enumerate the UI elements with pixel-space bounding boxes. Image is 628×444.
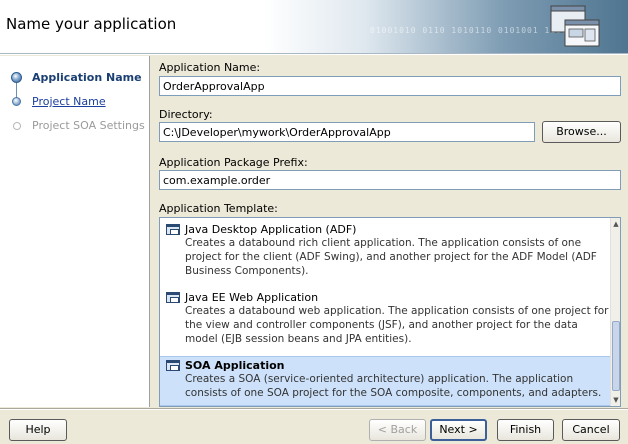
- cancel-button[interactable]: Cancel: [562, 419, 620, 441]
- template-title: SOA Application: [185, 359, 285, 372]
- wizard-header: Name your application 01001010 0110 1010…: [0, 0, 628, 53]
- application-name-label: Application Name:: [159, 61, 261, 74]
- list-item[interactable]: Java EE Web Application Creates a databo…: [160, 289, 612, 353]
- package-prefix-label: Application Package Prefix:: [159, 156, 308, 169]
- application-windows-icon: [550, 5, 600, 47]
- scroll-up-icon[interactable]: ▲: [612, 220, 620, 228]
- step-label: Application Name: [32, 71, 142, 84]
- wizard-form-panel: Application Name: Directory: Browse... A…: [151, 56, 628, 407]
- template-description: Creates a databound rich client applicat…: [185, 237, 597, 277]
- wizard-steps-panel: Application Name Project Name Project SO…: [0, 56, 150, 407]
- template-title: Java Desktop Application (ADF): [185, 223, 357, 236]
- help-button[interactable]: Help: [9, 419, 67, 441]
- template-description: Creates a databound web application. The…: [185, 305, 609, 345]
- application-name-input[interactable]: [159, 76, 621, 96]
- application-template-icon: [166, 224, 180, 235]
- header-divider: [0, 53, 628, 55]
- step-project-name[interactable]: Project Name: [0, 91, 150, 113]
- directory-label: Directory:: [159, 108, 213, 121]
- browse-button[interactable]: Browse...: [542, 121, 621, 143]
- application-template-label: Application Template:: [159, 202, 278, 215]
- step-project-soa-settings: Project SOA Settings: [0, 115, 150, 137]
- scrollbar-thumb[interactable]: [612, 321, 620, 391]
- application-template-list[interactable]: Java Desktop Application (ADF) Creates a…: [159, 217, 621, 407]
- page-title: Name your application: [6, 15, 177, 33]
- scroll-down-icon[interactable]: ▼: [612, 396, 620, 404]
- header-binary-pattern: 01001010 0110 1010110 0101001 1100: [370, 26, 568, 35]
- step-label: Project Name: [32, 95, 106, 108]
- back-button: < Back: [369, 419, 426, 441]
- step-icon: [12, 97, 21, 106]
- package-prefix-input[interactable]: [159, 170, 621, 190]
- step-active-icon: [11, 72, 22, 83]
- list-item-selected[interactable]: SOA Application Creates a SOA (service-o…: [160, 356, 612, 406]
- footer-divider: [0, 408, 628, 410]
- template-title: Java EE Web Application: [185, 291, 319, 304]
- finish-button[interactable]: Finish: [497, 419, 554, 441]
- step-application-name[interactable]: Application Name: [0, 67, 150, 89]
- step-pending-icon: [13, 122, 21, 130]
- step-label: Project SOA Settings: [32, 119, 145, 132]
- application-template-icon: [166, 292, 180, 303]
- template-list-scrollbar[interactable]: ▲ ▼: [610, 218, 620, 406]
- template-description: Creates a SOA (service-oriented architec…: [185, 373, 602, 399]
- next-button[interactable]: Next >: [430, 419, 487, 441]
- directory-input[interactable]: [159, 122, 535, 142]
- application-template-icon: [166, 360, 180, 371]
- list-item[interactable]: Java Desktop Application (ADF) Creates a…: [160, 221, 612, 285]
